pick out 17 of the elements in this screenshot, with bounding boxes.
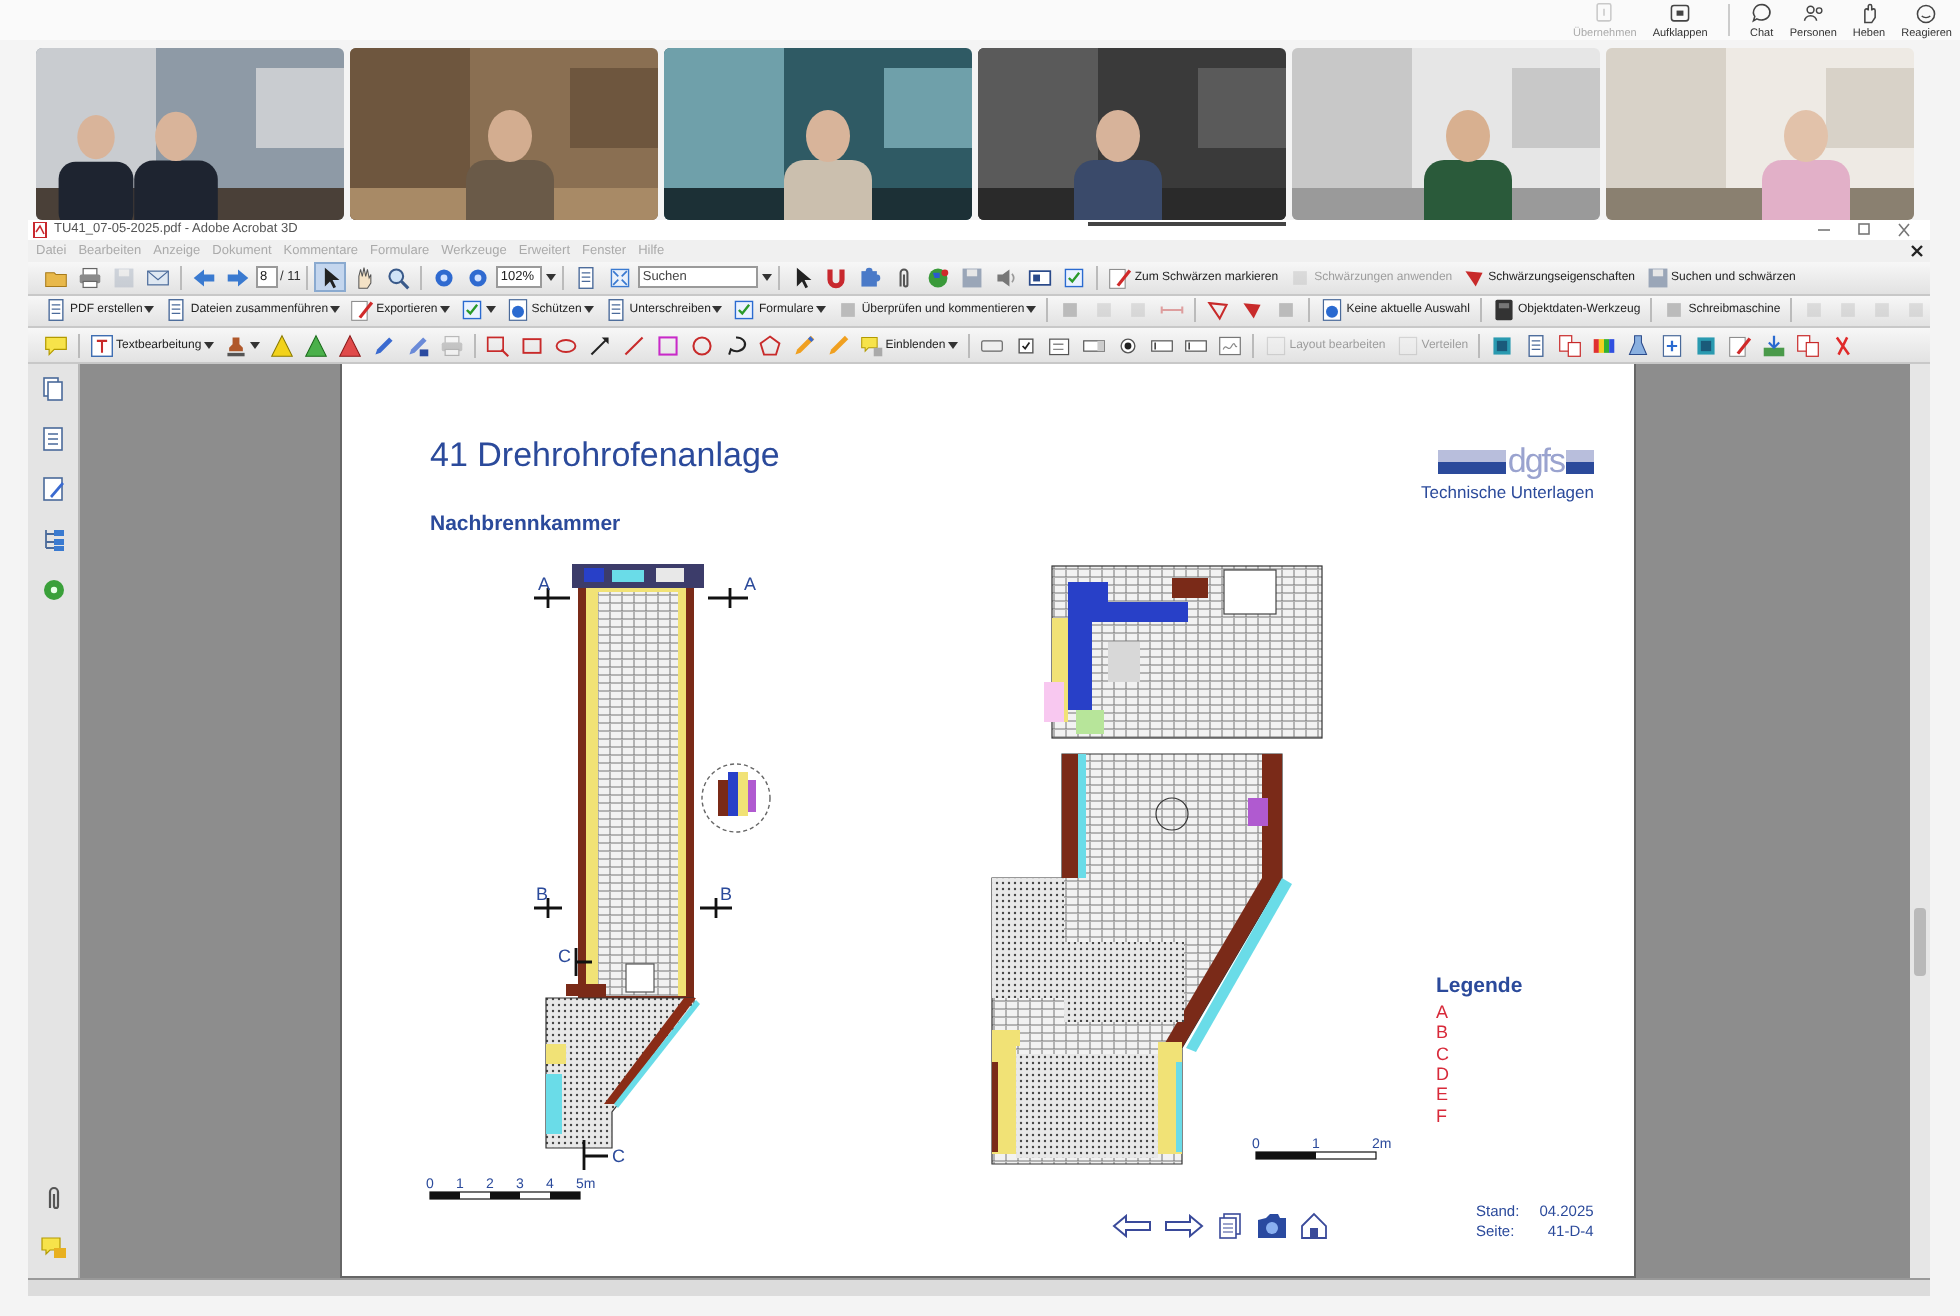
legend-title: Legende [1436, 974, 1523, 999]
legend-item: C [1436, 1043, 1451, 1064]
legend-item: D [1436, 1064, 1451, 1085]
page-title: 41 Drehrohrofenanlage [430, 436, 780, 477]
legend-item: B [1436, 1022, 1451, 1044]
section-label: A [538, 574, 551, 595]
section-label: B [536, 884, 549, 905]
legend-item: F [1436, 1105, 1449, 1126]
section-heading: Nachbrennkammer [430, 512, 623, 537]
legend-item: E [1436, 1084, 1451, 1106]
brand-logo: dgfs [1437, 444, 1594, 479]
section-label: C [612, 1146, 625, 1167]
section-label: C [558, 946, 571, 967]
section-label: B [720, 884, 733, 905]
logo-caption: Technische Unterlagen [1421, 482, 1594, 503]
section-label: A [744, 574, 757, 595]
legend-item: A [1436, 1002, 1451, 1023]
